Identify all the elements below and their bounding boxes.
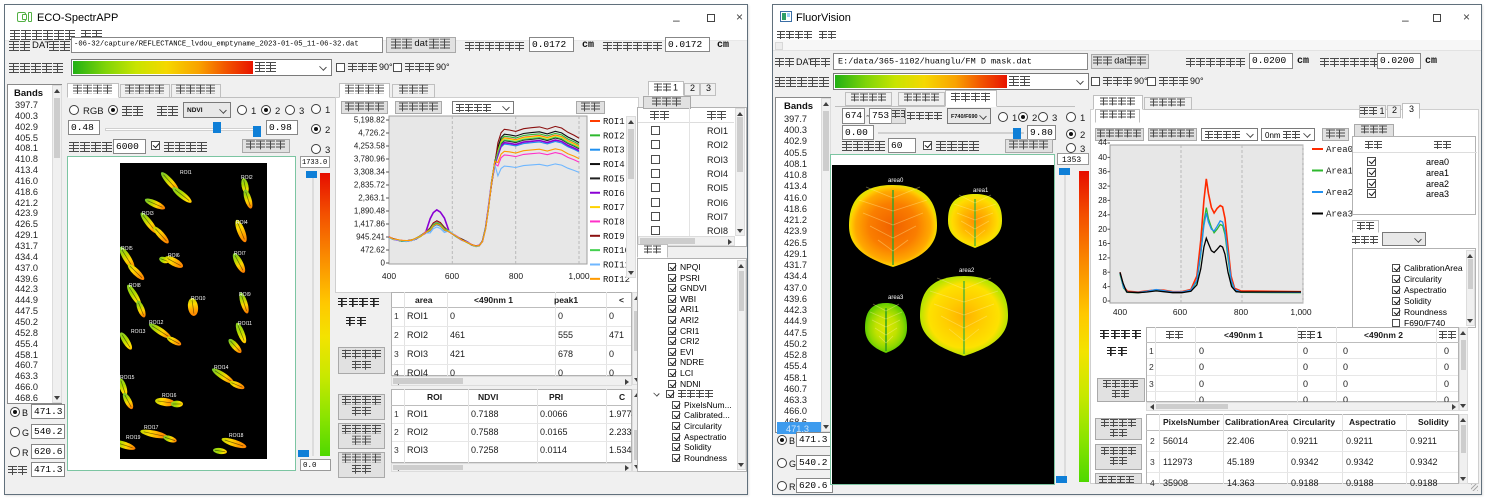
svg-text:area2: area2 <box>959 268 975 274</box>
svg-text:800: 800 <box>509 271 523 281</box>
svg-text:ROI9: ROI9 <box>239 292 251 298</box>
svg-text:ROI3: ROI3 <box>142 211 154 217</box>
svg-text:3,308.34: 3,308.34 <box>354 168 386 177</box>
svg-text:ROI10: ROI10 <box>191 296 206 302</box>
svg-text:3,780.96: 3,780.96 <box>354 155 386 164</box>
svg-text:ROI9: ROI9 <box>603 232 625 242</box>
svg-text:ROI1: ROI1 <box>603 117 625 127</box>
svg-text:28: 28 <box>1098 196 1107 205</box>
svg-text:12: 12 <box>1098 253 1107 262</box>
svg-text:area1: area1 <box>973 188 989 194</box>
svg-text:16: 16 <box>1098 239 1107 248</box>
svg-text:Area1: Area1 <box>1326 167 1353 177</box>
svg-text:600: 600 <box>445 271 459 281</box>
svg-text:4,726.2: 4,726.2 <box>358 129 385 138</box>
svg-text:ROI7: ROI7 <box>234 251 246 257</box>
svg-text:ROI14: ROI14 <box>214 365 229 371</box>
svg-text:472.62: 472.62 <box>361 246 386 255</box>
svg-text:ROI13: ROI13 <box>131 329 146 335</box>
svg-text:40: 40 <box>1098 153 1107 162</box>
svg-text:ROI1: ROI1 <box>180 170 192 176</box>
svg-text:ROI18: ROI18 <box>229 433 244 439</box>
svg-text:ROI15: ROI15 <box>120 375 135 381</box>
svg-text:ROI5: ROI5 <box>121 246 133 252</box>
svg-text:ROI2: ROI2 <box>603 131 625 141</box>
svg-text:ROI6: ROI6 <box>168 253 180 259</box>
svg-text:Area2: Area2 <box>1326 188 1353 198</box>
svg-text:ROI7: ROI7 <box>603 203 625 213</box>
svg-text:5,198.82: 5,198.82 <box>354 116 386 125</box>
svg-text:1,000: 1,000 <box>568 271 590 281</box>
svg-text:ROI4: ROI4 <box>603 160 625 170</box>
svg-text:36: 36 <box>1098 167 1107 176</box>
svg-text:ROI11: ROI11 <box>238 321 252 327</box>
svg-text:ROI12: ROI12 <box>149 320 164 326</box>
svg-text:ROI19: ROI19 <box>126 435 141 441</box>
svg-text:600: 600 <box>1173 307 1187 317</box>
svg-text:8: 8 <box>1103 268 1108 277</box>
svg-text:44: 44 <box>1098 138 1107 147</box>
svg-text:ROI3: ROI3 <box>603 146 625 156</box>
svg-text:0: 0 <box>1103 296 1108 305</box>
svg-text:ROI16: ROI16 <box>162 393 177 399</box>
svg-text:0: 0 <box>381 259 386 268</box>
svg-text:1,417.86: 1,417.86 <box>354 220 386 229</box>
svg-text:area3: area3 <box>888 295 904 301</box>
svg-text:ROI6: ROI6 <box>603 189 625 199</box>
svg-text:Area0: Area0 <box>1326 145 1353 155</box>
svg-text:20: 20 <box>1098 225 1107 234</box>
svg-text:1,890.48: 1,890.48 <box>354 207 386 216</box>
svg-text:ROI2: ROI2 <box>241 175 253 181</box>
svg-text:24: 24 <box>1098 210 1107 219</box>
svg-text:400: 400 <box>1113 307 1127 317</box>
svg-text:ROI5: ROI5 <box>603 174 625 184</box>
svg-text:4,253.58: 4,253.58 <box>354 142 386 151</box>
svg-text:800: 800 <box>1234 307 1248 317</box>
svg-text:ROI4: ROI4 <box>236 220 248 226</box>
svg-text:32: 32 <box>1098 182 1107 191</box>
svg-text:400: 400 <box>382 271 396 281</box>
svg-text:4: 4 <box>1103 282 1108 291</box>
svg-text:945.241: 945.241 <box>356 233 385 242</box>
svg-text:ROI8: ROI8 <box>603 217 625 227</box>
svg-text:Area3: Area3 <box>1326 210 1353 220</box>
svg-text:ROI8: ROI8 <box>129 283 141 289</box>
svg-text:2,835.72: 2,835.72 <box>354 181 386 190</box>
svg-text:area0: area0 <box>888 178 904 184</box>
svg-text:2,363.1: 2,363.1 <box>358 194 385 203</box>
svg-text:ROI17: ROI17 <box>144 425 159 431</box>
svg-text:1,000: 1,000 <box>1290 307 1312 317</box>
